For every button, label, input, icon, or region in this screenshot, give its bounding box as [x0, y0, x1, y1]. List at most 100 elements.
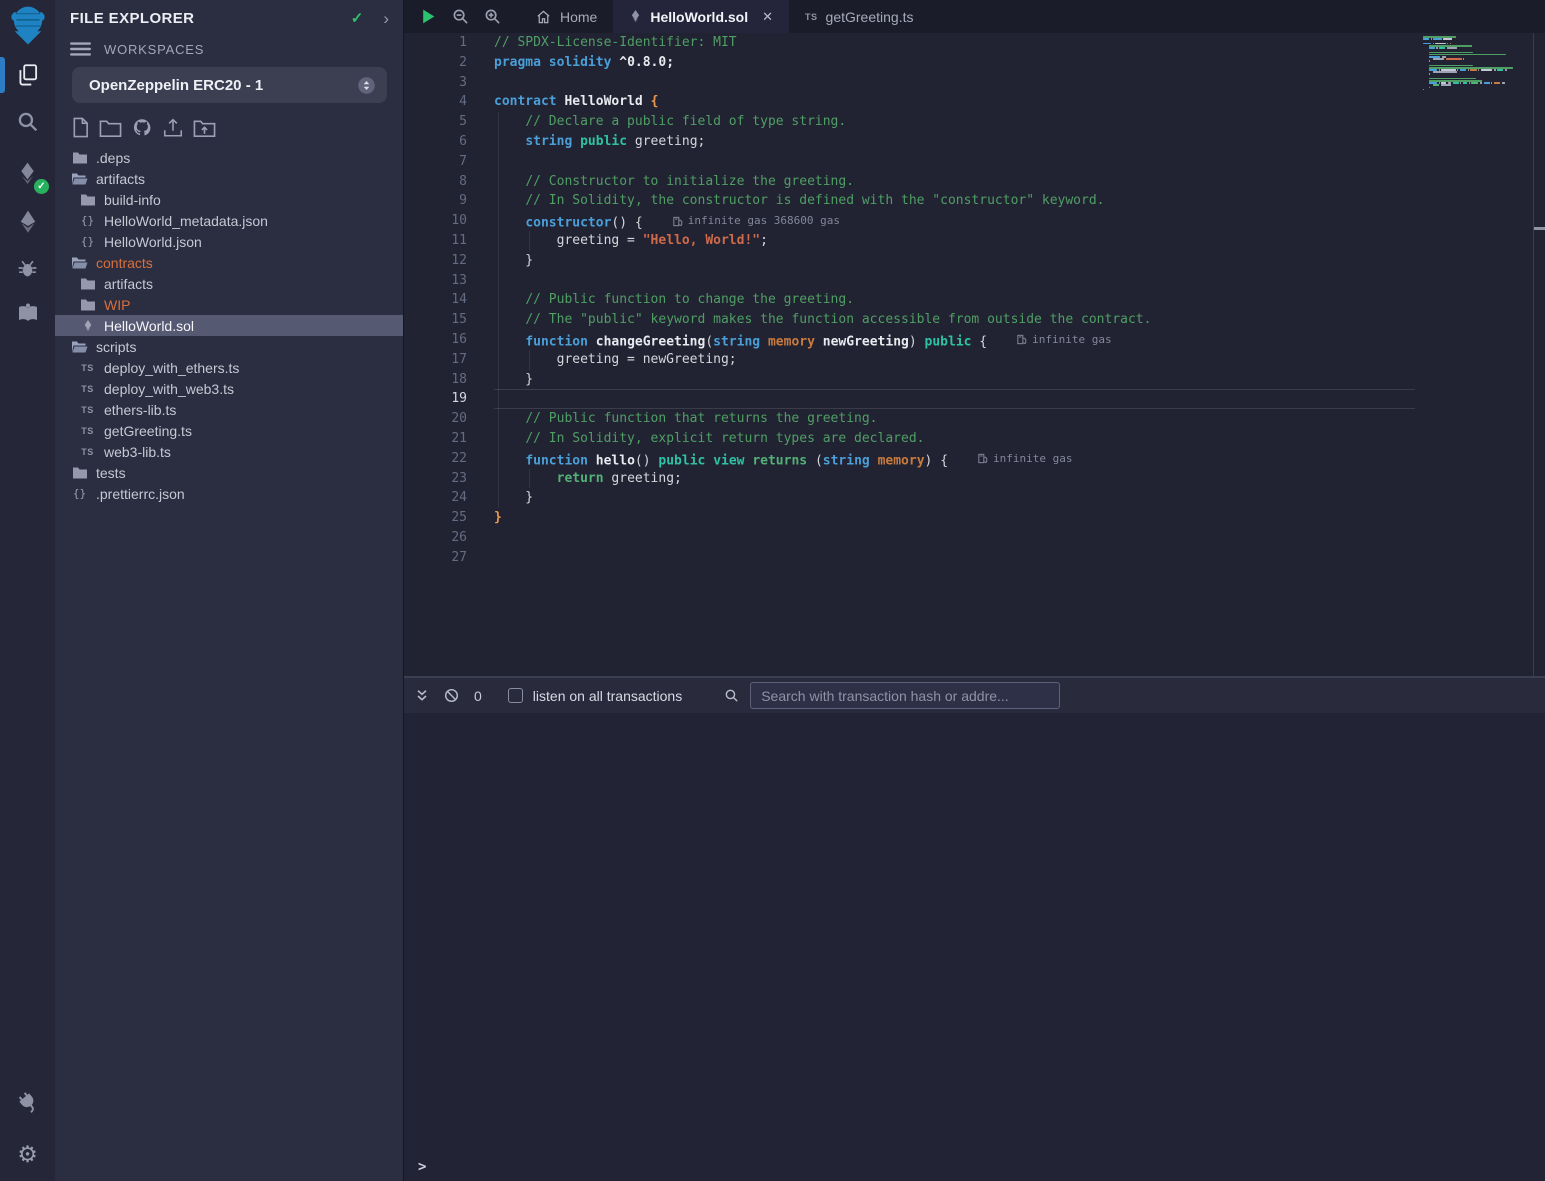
line-number[interactable]: 14: [404, 290, 494, 310]
new-folder-icon[interactable]: [99, 118, 122, 138]
line-number[interactable]: 4: [404, 92, 494, 112]
code-line-22[interactable]: 22 function hello() public view returns …: [404, 449, 1415, 469]
code-line-19[interactable]: 19: [404, 389, 1415, 409]
line-number[interactable]: 22: [404, 449, 494, 469]
code-line-20[interactable]: 20 // Public function that returns the g…: [404, 409, 1415, 429]
tree-item-deploy-with-ethers-ts[interactable]: TSdeploy_with_ethers.ts: [55, 357, 403, 378]
debugger-icon[interactable]: [0, 244, 55, 290]
code-line-7[interactable]: 7: [404, 152, 1415, 172]
code-line-17[interactable]: 17 greeting = newGreeting;: [404, 350, 1415, 370]
code-editor[interactable]: 1// SPDX-License-Identifier: MIT2pragma …: [404, 33, 1545, 676]
clear-console-icon[interactable]: [443, 687, 460, 704]
terminal-search-input[interactable]: [750, 682, 1060, 709]
run-script-button[interactable]: [420, 8, 437, 25]
code-line-12[interactable]: 12 }: [404, 251, 1415, 271]
code-line-26[interactable]: 26: [404, 528, 1415, 548]
line-number[interactable]: 15: [404, 310, 494, 330]
line-number[interactable]: 26: [404, 528, 494, 548]
code-line-5[interactable]: 5 // Declare a public field of type stri…: [404, 112, 1415, 132]
line-number[interactable]: 8: [404, 172, 494, 192]
tab-home[interactable]: Home: [519, 0, 613, 33]
minimap[interactable]: [1418, 33, 1534, 676]
code-line-9[interactable]: 9 // In Solidity, the constructor is def…: [404, 191, 1415, 211]
code-line-24[interactable]: 24 }: [404, 488, 1415, 508]
tree-item-helloworld-metadata-json[interactable]: {}HelloWorld_metadata.json: [55, 210, 403, 231]
chevron-right-icon[interactable]: ›: [383, 10, 389, 27]
code-line-3[interactable]: 3: [404, 73, 1415, 93]
code-line-27[interactable]: 27: [404, 548, 1415, 568]
line-number[interactable]: 3: [404, 73, 494, 93]
tab-getgreeting-ts[interactable]: TS getGreeting.ts: [789, 0, 929, 33]
line-number[interactable]: 19: [404, 389, 494, 409]
line-number[interactable]: 5: [404, 112, 494, 132]
hamburger-menu-icon[interactable]: [70, 41, 91, 57]
tree-item-deploy-with-web3-ts[interactable]: TSdeploy_with_web3.ts: [55, 378, 403, 399]
scrollbar[interactable]: [1533, 33, 1545, 676]
zoom-out-icon[interactable]: [452, 8, 469, 25]
collapse-terminal-icon[interactable]: [414, 688, 430, 704]
line-number[interactable]: 2: [404, 53, 494, 73]
line-number[interactable]: 27: [404, 548, 494, 568]
tree-item--prettierrc-json[interactable]: {}.prettierrc.json: [55, 483, 403, 504]
line-number[interactable]: 11: [404, 231, 494, 251]
line-number[interactable]: 25: [404, 508, 494, 528]
tree-item-helloworld-json[interactable]: {}HelloWorld.json: [55, 231, 403, 252]
workspace-select[interactable]: OpenZeppelin ERC20 - 1: [72, 67, 387, 103]
tree-item-wip[interactable]: WIP: [55, 294, 403, 315]
code-line-1[interactable]: 1// SPDX-License-Identifier: MIT: [404, 33, 1415, 53]
line-number[interactable]: 12: [404, 251, 494, 271]
code-line-10[interactable]: 10 constructor() {infinite gas 368600 ga…: [404, 211, 1415, 231]
code-line-4[interactable]: 4contract HelloWorld {: [404, 92, 1415, 112]
code-line-23[interactable]: 23 return greeting;: [404, 469, 1415, 489]
load-folder-icon[interactable]: [193, 118, 216, 138]
search-icon[interactable]: [0, 98, 55, 144]
tree-item-build-info[interactable]: build-info: [55, 189, 403, 210]
tree-item--deps[interactable]: .deps: [55, 147, 403, 168]
tree-item-contracts[interactable]: contracts: [55, 252, 403, 273]
listen-transactions-checkbox[interactable]: [508, 688, 523, 703]
line-number[interactable]: 23: [404, 469, 494, 489]
line-number[interactable]: 17: [404, 350, 494, 370]
settings-gear-icon[interactable]: ⚙: [0, 1131, 55, 1177]
deploy-run-icon[interactable]: [0, 198, 55, 244]
code-line-14[interactable]: 14 // Public function to change the gree…: [404, 290, 1415, 310]
tab-helloworld-sol[interactable]: HelloWorld.sol ✕: [613, 0, 789, 33]
code-area[interactable]: 1// SPDX-License-Identifier: MIT2pragma …: [404, 33, 1415, 676]
tree-item-tests[interactable]: tests: [55, 462, 403, 483]
code-line-15[interactable]: 15 // The "public" keyword makes the fun…: [404, 310, 1415, 330]
learneth-book-icon[interactable]: [0, 290, 55, 336]
line-number[interactable]: 1: [404, 33, 494, 53]
line-number[interactable]: 7: [404, 152, 494, 172]
code-line-25[interactable]: 25}: [404, 508, 1415, 528]
line-number[interactable]: 20: [404, 409, 494, 429]
code-line-2[interactable]: 2pragma solidity ^0.8.0;: [404, 53, 1415, 73]
code-line-13[interactable]: 13: [404, 271, 1415, 291]
code-line-11[interactable]: 11 greeting = "Hello, World!";: [404, 231, 1415, 251]
remix-logo-icon[interactable]: [3, 0, 53, 52]
code-line-16[interactable]: 16 function changeGreeting(string memory…: [404, 330, 1415, 350]
github-icon[interactable]: [131, 117, 153, 138]
new-file-icon[interactable]: [71, 117, 90, 138]
tree-item-helloworld-sol[interactable]: HelloWorld.sol: [55, 315, 403, 336]
solidity-compiler-icon[interactable]: ✓: [0, 152, 55, 198]
tree-item-artifacts[interactable]: artifacts: [55, 168, 403, 189]
tree-item-artifacts[interactable]: artifacts: [55, 273, 403, 294]
tree-item-scripts[interactable]: scripts: [55, 336, 403, 357]
tree-item-ethers-lib-ts[interactable]: TSethers-lib.ts: [55, 399, 403, 420]
code-line-18[interactable]: 18 }: [404, 370, 1415, 390]
line-number[interactable]: 21: [404, 429, 494, 449]
line-number[interactable]: 18: [404, 370, 494, 390]
code-line-8[interactable]: 8 // Constructor to initialize the greet…: [404, 172, 1415, 192]
line-number[interactable]: 9: [404, 191, 494, 211]
check-icon[interactable]: ✓: [351, 9, 364, 27]
tree-item-web3-lib-ts[interactable]: TSweb3-lib.ts: [55, 441, 403, 462]
line-number[interactable]: 24: [404, 488, 494, 508]
zoom-in-icon[interactable]: [484, 8, 501, 25]
tree-item-getgreeting-ts[interactable]: TSgetGreeting.ts: [55, 420, 403, 441]
close-tab-icon[interactable]: ✕: [762, 9, 773, 25]
line-number[interactable]: 16: [404, 330, 494, 350]
code-line-21[interactable]: 21 // In Solidity, explicit return types…: [404, 429, 1415, 449]
line-number[interactable]: 6: [404, 132, 494, 152]
plugin-manager-plug-icon[interactable]: [0, 1079, 55, 1125]
line-number[interactable]: 13: [404, 271, 494, 291]
